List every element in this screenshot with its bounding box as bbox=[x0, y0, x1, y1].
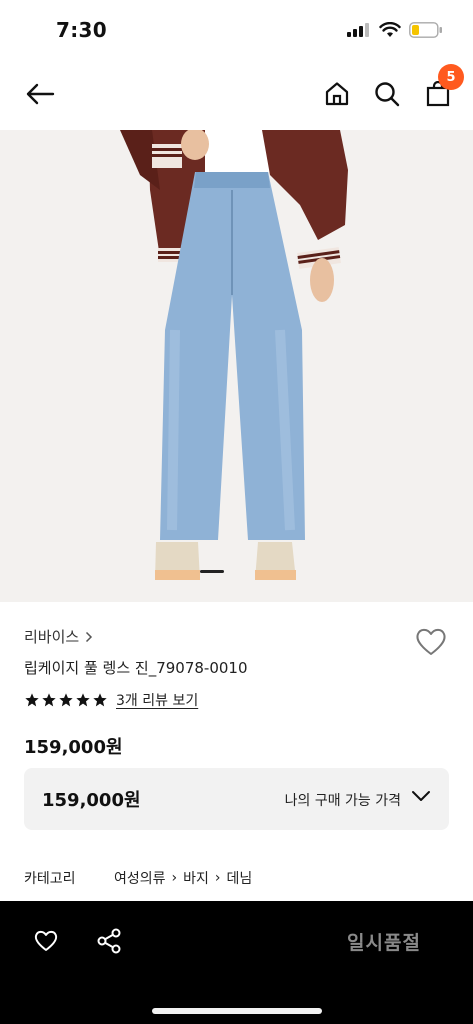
breadcrumb-item[interactable]: 여성의류 bbox=[114, 868, 166, 888]
product-image[interactable] bbox=[0, 130, 473, 602]
rating-row: 3개 리뷰 보기 bbox=[24, 690, 198, 710]
nav-bar bbox=[0, 60, 473, 130]
product-price: 159,000원 bbox=[24, 737, 123, 758]
heart-icon bbox=[34, 930, 58, 951]
bottom-action-bar bbox=[0, 901, 473, 1024]
chevron-right-icon bbox=[86, 631, 93, 642]
star-icon bbox=[93, 693, 107, 707]
star-icon bbox=[59, 693, 73, 707]
search-icon bbox=[375, 82, 400, 107]
cart-count-badge: 5 bbox=[438, 64, 464, 90]
breadcrumb-item[interactable]: 바지 bbox=[183, 868, 209, 888]
breadcrumb-separator: › bbox=[214, 870, 221, 886]
home-indicator[interactable] bbox=[152, 1008, 322, 1014]
back-button[interactable] bbox=[20, 74, 60, 114]
search-button[interactable] bbox=[368, 74, 406, 114]
rating-stars bbox=[24, 692, 108, 708]
brand-link[interactable]: 리바이스 bbox=[24, 626, 93, 647]
share-button[interactable] bbox=[93, 925, 125, 957]
status-time: 7:30 bbox=[56, 18, 107, 42]
home-icon bbox=[325, 82, 349, 106]
image-pagination-indicator bbox=[200, 570, 224, 573]
bottom-wishlist-button[interactable] bbox=[30, 925, 62, 957]
battery-icon bbox=[409, 22, 442, 38]
category-breadcrumb: 카테고리 여성의류 › 바지 › 데님 bbox=[24, 868, 252, 888]
star-icon bbox=[25, 693, 39, 707]
signal-icon bbox=[347, 23, 369, 37]
breadcrumb-separator: › bbox=[171, 870, 178, 886]
status-bar: 7:30 bbox=[0, 0, 473, 60]
share-icon bbox=[97, 928, 121, 954]
wishlist-button[interactable] bbox=[414, 626, 448, 658]
my-price-dropdown[interactable]: 159,000원 나의 구매 가능 가격 bbox=[24, 768, 449, 830]
category-label: 카테고리 bbox=[24, 871, 76, 887]
product-title: 립케이지 풀 렝스 진_79078-0010 bbox=[24, 659, 248, 677]
back-arrow-icon bbox=[26, 83, 55, 105]
heart-icon bbox=[416, 628, 446, 655]
view-reviews-link[interactable]: 3개 리뷰 보기 bbox=[116, 690, 198, 710]
breadcrumb-item[interactable]: 데님 bbox=[227, 868, 253, 888]
chevron-down-icon bbox=[412, 791, 430, 801]
brand-name: 리바이스 bbox=[24, 628, 80, 646]
product-photo bbox=[0, 130, 473, 602]
status-icons bbox=[347, 22, 443, 38]
star-icon bbox=[42, 693, 56, 707]
my-price-value: 159,000원 bbox=[42, 790, 141, 811]
wifi-icon bbox=[379, 22, 401, 37]
home-button[interactable] bbox=[318, 74, 356, 114]
sold-out-status: 일시품절 bbox=[347, 932, 421, 954]
star-icon bbox=[76, 693, 90, 707]
my-price-label: 나의 구매 가능 가격 bbox=[284, 793, 401, 809]
